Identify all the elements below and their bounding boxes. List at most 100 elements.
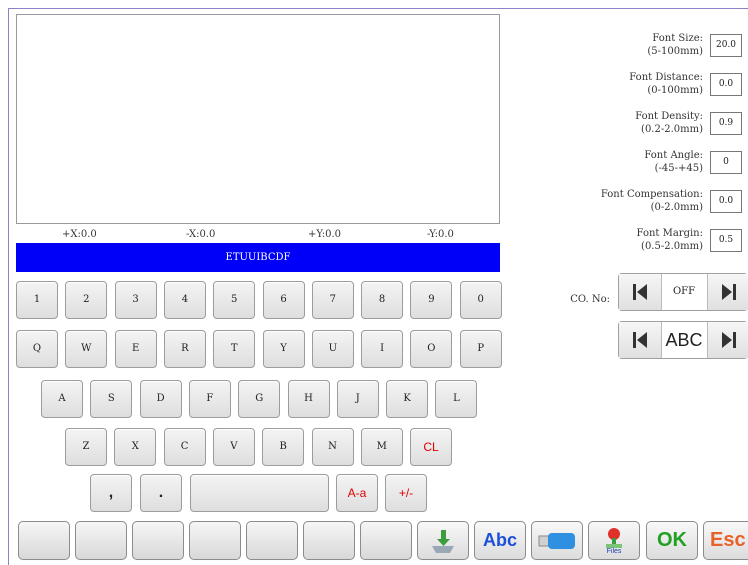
key-3[interactable]: 3: [114, 281, 157, 319]
key-7[interactable]: 7: [311, 281, 354, 319]
function-button-1[interactable]: [18, 521, 70, 560]
text-input-field[interactable]: ETUUIBCDF: [16, 243, 500, 272]
font-value: ABC: [665, 330, 703, 350]
files-label: Files: [606, 547, 622, 555]
key-j[interactable]: J: [336, 380, 379, 418]
key-h[interactable]: H: [287, 380, 330, 418]
esc-button[interactable]: Esc: [703, 521, 748, 560]
key-5[interactable]: 5: [213, 281, 256, 319]
param-name: Font Density:: [635, 111, 703, 122]
space-key[interactable]: [190, 474, 329, 512]
key-e[interactable]: E: [114, 330, 157, 368]
key-6[interactable]: 6: [262, 281, 305, 319]
param-range: (0-100mm): [647, 85, 703, 96]
param-label: Font Angle: (-45-+45): [543, 149, 703, 175]
param-range: (0.5-2.0mm): [641, 241, 703, 252]
skip-forward-icon: [722, 332, 736, 348]
param-range: (0.2-2.0mm): [641, 124, 703, 135]
key-z[interactable]: Z: [65, 428, 107, 466]
font-next-button[interactable]: [707, 322, 748, 358]
skip-back-icon: [633, 332, 647, 348]
key-0[interactable]: 0: [459, 281, 502, 319]
function-button-7[interactable]: [360, 521, 412, 560]
param-name: Font Margin:: [636, 228, 703, 239]
font-prev-button[interactable]: [619, 322, 662, 358]
coord-plus-y: +Y:0.0: [308, 229, 342, 240]
files-button[interactable]: Files: [588, 521, 640, 560]
key-b[interactable]: B: [262, 428, 305, 466]
param-value-input[interactable]: 0.0: [710, 73, 742, 96]
key-y[interactable]: Y: [262, 330, 305, 368]
function-button-3[interactable]: [132, 521, 184, 560]
function-button-2[interactable]: [75, 521, 127, 560]
key-m[interactable]: M: [360, 428, 403, 466]
skip-forward-icon: [722, 284, 736, 300]
co-no-next-button[interactable]: [707, 274, 748, 310]
skip-back-icon: [633, 284, 647, 300]
param-value-input[interactable]: 0: [710, 151, 742, 174]
key-9[interactable]: 9: [410, 281, 453, 319]
co-no-value: OFF: [672, 286, 696, 297]
comma-key[interactable]: ,: [90, 474, 132, 512]
key-8[interactable]: 8: [361, 281, 404, 319]
param-range: (-45-+45): [654, 163, 703, 174]
download-icon: [432, 529, 454, 553]
key-r[interactable]: R: [163, 330, 206, 368]
key-2[interactable]: 2: [65, 281, 108, 319]
engraving-text-screen: +X:0.0 -X:0.0 +Y:0.0 -Y:0.0 ETUUIBCDF 12…: [0, 0, 748, 565]
param-label: Font Compensation: (0-2.0mm): [543, 188, 703, 214]
sign-toggle-key[interactable]: +/-: [385, 474, 427, 512]
key-q[interactable]: Q: [16, 330, 58, 368]
key-l[interactable]: L: [435, 380, 478, 418]
key-c[interactable]: C: [163, 428, 206, 466]
param-label: Font Margin: (0.5-2.0mm): [543, 227, 703, 253]
function-button-6[interactable]: [303, 521, 355, 560]
param-name: Font Angle:: [644, 150, 703, 161]
key-v[interactable]: V: [212, 428, 255, 466]
key-a[interactable]: A: [41, 380, 83, 418]
param-value-input[interactable]: 20.0: [710, 34, 742, 57]
param-name: Font Distance:: [629, 72, 703, 83]
preview-canvas: [16, 14, 500, 224]
key-s[interactable]: S: [90, 380, 133, 418]
key-o[interactable]: O: [410, 330, 453, 368]
case-toggle-key[interactable]: A-a: [336, 474, 378, 512]
ok-button[interactable]: OK: [646, 521, 698, 560]
key-p[interactable]: P: [459, 330, 502, 368]
param-value-input[interactable]: 0.0: [710, 190, 742, 213]
param-value-input[interactable]: 0.5: [710, 229, 742, 252]
period-key[interactable]: .: [140, 474, 182, 512]
clear-key[interactable]: CL: [410, 428, 452, 466]
key-w[interactable]: W: [65, 330, 108, 368]
files-icon: [606, 527, 622, 548]
text-mode-button[interactable]: Abc: [474, 521, 526, 560]
param-label: Font Size: (5-100mm): [543, 32, 703, 58]
param-range: (0-2.0mm): [650, 202, 703, 213]
key-n[interactable]: N: [311, 428, 354, 466]
param-label: Font Distance: (0-100mm): [543, 71, 703, 97]
co-no-label: CO. No:: [570, 294, 610, 305]
function-button-4[interactable]: [189, 521, 241, 560]
key-f[interactable]: F: [188, 380, 231, 418]
key-u[interactable]: U: [311, 330, 354, 368]
key-k[interactable]: K: [386, 380, 429, 418]
key-g[interactable]: G: [238, 380, 281, 418]
key-4[interactable]: 4: [163, 281, 206, 319]
key-i[interactable]: I: [361, 330, 404, 368]
key-x[interactable]: X: [114, 428, 157, 466]
usb-drive-icon: [538, 532, 575, 549]
param-label: Font Density: (0.2-2.0mm): [543, 110, 703, 136]
param-value-input[interactable]: 0.9: [710, 112, 742, 135]
download-button[interactable]: [417, 521, 469, 560]
usb-button[interactable]: [531, 521, 583, 560]
coord-minus-y: -Y:0.0: [427, 229, 454, 240]
key-1[interactable]: 1: [16, 281, 58, 319]
param-name: Font Size:: [652, 33, 703, 44]
key-t[interactable]: T: [213, 330, 256, 368]
font-selector: ABC: [618, 321, 748, 359]
co-no-prev-button[interactable]: [619, 274, 662, 310]
param-range: (5-100mm): [647, 46, 703, 57]
key-d[interactable]: D: [139, 380, 182, 418]
coord-plus-x: +X:0.0: [62, 229, 97, 240]
function-button-5[interactable]: [246, 521, 298, 560]
